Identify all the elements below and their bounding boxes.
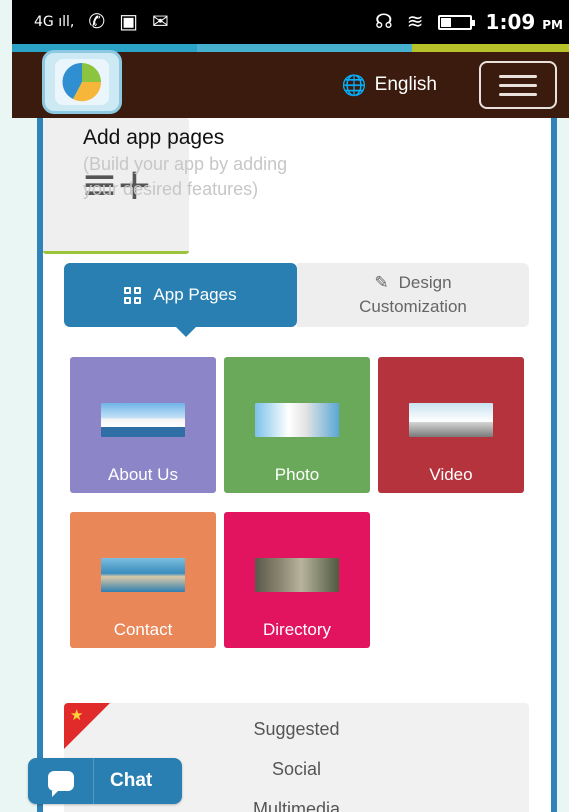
about-thumbnail — [101, 403, 185, 437]
status-right: ☊ ≋ 1:09 PM — [375, 10, 563, 34]
chat-bubble-icon — [28, 758, 94, 804]
tab-design-customization[interactable]: ✎ Design Customization — [297, 263, 529, 327]
whatsapp-icon: ✆ — [88, 11, 106, 33]
status-bar: 4G ıll, ✆ ▣ ✉ ☊ ≋ 1:09 PM — [12, 0, 569, 44]
header-right: 🌐 English — [342, 61, 557, 109]
section-title: Add app pages — [83, 126, 225, 149]
page-tile-about-us[interactable]: About Us — [70, 357, 216, 493]
wifi-icon: ≋ — [406, 11, 424, 33]
tab-design-label-1: Design — [398, 273, 452, 292]
network-type: 4G — [34, 14, 54, 30]
chat-button[interactable]: Chat — [28, 758, 182, 804]
builder-card: Add app pages (Build your app by adding … — [37, 118, 557, 812]
clock-time: 1:09 — [485, 10, 536, 34]
gallery-icon: ▣ — [119, 11, 139, 33]
clock-ampm: PM — [542, 18, 563, 32]
tab-app-pages-label: App Pages — [153, 285, 237, 304]
grid-icon — [124, 286, 142, 304]
status-left: 4G ıll, ✆ ▣ ✉ — [34, 12, 169, 32]
tile-label: Directory — [262, 620, 331, 639]
page-tile-contact[interactable]: Contact — [70, 512, 216, 648]
language-label: English — [374, 74, 437, 95]
tile-label: Photo — [274, 465, 320, 484]
directory-thumbnail — [255, 558, 339, 592]
tile-label: Contact — [113, 620, 173, 639]
headset-icon: ☊ — [375, 11, 393, 33]
feature-suggested[interactable]: Suggested — [64, 709, 529, 749]
tile-label: About Us — [108, 465, 178, 484]
contact-thumbnail — [101, 558, 185, 592]
page-tile-photo[interactable]: Photo — [224, 357, 370, 493]
tab-design-label-2: Customization — [359, 297, 467, 316]
photo-thumbnail — [255, 403, 339, 437]
messenger-icon: ✉ — [152, 11, 169, 33]
hamburger-menu-icon[interactable] — [479, 61, 557, 109]
battery-icon — [437, 14, 475, 30]
video-thumbnail — [409, 403, 493, 437]
clock: 1:09 PM — [486, 10, 563, 34]
language-selector[interactable]: 🌐 English — [342, 73, 437, 98]
app-header: 🌐 English — [12, 50, 569, 118]
app-logo-icon[interactable] — [42, 50, 122, 114]
section-subtitle: (Build your app by adding your desired f… — [83, 154, 288, 199]
pie-chart-logo-icon — [55, 59, 109, 105]
page-tile-video[interactable]: Video — [378, 357, 524, 493]
tile-label: Video — [429, 465, 473, 484]
chat-label: Chat — [110, 770, 153, 791]
tab-app-pages[interactable]: App Pages — [64, 263, 297, 337]
edit-icon: ✎ — [374, 273, 389, 292]
network-indicator: 4G ıll, — [34, 14, 75, 30]
globe-icon: 🌐 — [341, 74, 367, 97]
page-tile-directory[interactable]: Directory — [224, 512, 370, 648]
